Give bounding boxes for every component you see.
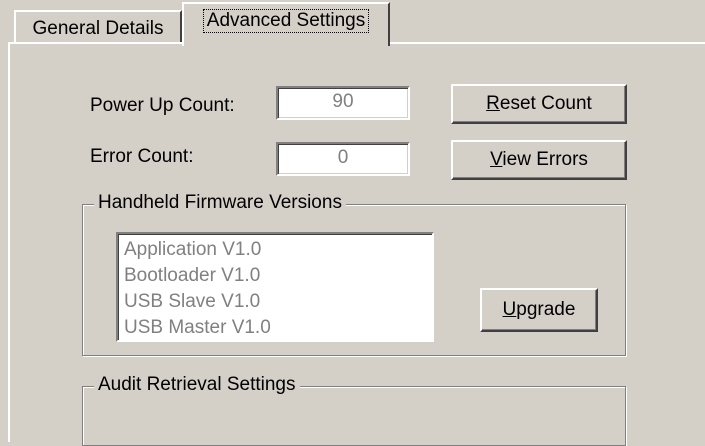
tab-general-details-label: General Details — [32, 18, 164, 39]
upgrade-label: Upgrade — [502, 299, 576, 320]
list-item[interactable]: Bootloader V1.0 — [124, 263, 432, 289]
firmware-versions-list[interactable]: Application V1.0 Bootloader V1.0 USB Sla… — [116, 232, 434, 342]
upgrade-button[interactable]: Upgrade — [480, 288, 598, 332]
tab-advanced-settings-label: Advanced Settings — [202, 9, 370, 33]
audit-retrieval-title: Audit Retrieval Settings — [94, 374, 300, 396]
list-item[interactable]: Application V1.0 — [124, 237, 432, 263]
error-count-field[interactable]: 0 — [276, 142, 410, 176]
power-up-count-label: Power Up Count: — [90, 95, 235, 116]
view-errors-label: View Errors — [490, 149, 588, 170]
view-errors-button[interactable]: View Errors — [451, 140, 627, 180]
reset-count-label: Reset Count — [486, 93, 592, 114]
power-up-count-field[interactable]: 90 — [276, 86, 410, 120]
error-count-label: Error Count: — [90, 146, 194, 167]
reset-count-button[interactable]: Reset Count — [451, 84, 627, 124]
tab-advanced-settings[interactable]: Advanced Settings — [182, 2, 390, 46]
list-item[interactable]: USB Slave V1.0 — [124, 289, 432, 315]
list-item[interactable]: USB Master V1.0 — [124, 315, 432, 341]
tab-general-details[interactable]: General Details — [14, 10, 182, 42]
firmware-versions-title: Handheld Firmware Versions — [94, 192, 346, 214]
